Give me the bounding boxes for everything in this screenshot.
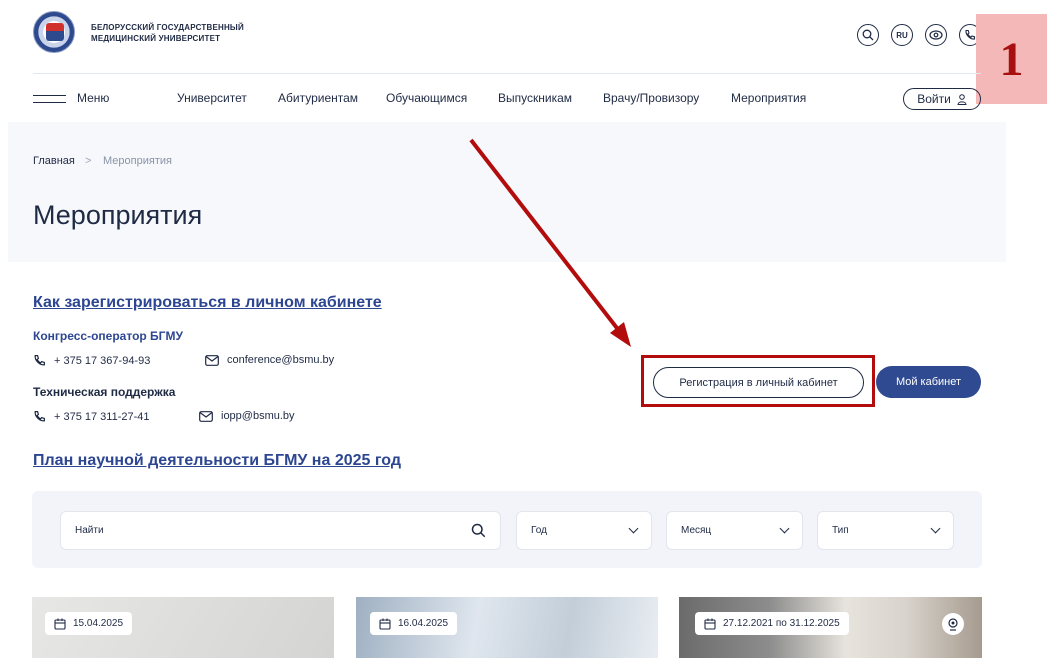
- my-cabinet-button[interactable]: Мой кабинет: [876, 366, 981, 398]
- register-cabinet-button[interactable]: Регистрация в личный кабинет: [653, 367, 864, 398]
- chevron-down-icon: [779, 523, 790, 534]
- event-date-badge: 15.04.2025: [45, 612, 133, 635]
- search-input[interactable]: Найти: [60, 511, 501, 550]
- search-icon: [471, 523, 486, 538]
- month-select[interactable]: Месяц: [666, 511, 803, 550]
- webcam-icon: [942, 613, 964, 635]
- calendar-icon: [379, 618, 391, 630]
- event-card[interactable]: 15.04.2025: [32, 597, 334, 658]
- year-select[interactable]: Год: [516, 511, 652, 550]
- event-date-badge: 27.12.2021 по 31.12.2025: [695, 612, 849, 635]
- calendar-icon: [54, 618, 66, 630]
- event-card[interactable]: 27.12.2021 по 31.12.2025: [679, 597, 982, 658]
- event-card[interactable]: 16.04.2025: [356, 597, 658, 658]
- calendar-icon: [704, 618, 716, 630]
- chevron-down-icon: [628, 523, 639, 534]
- chevron-down-icon: [930, 523, 941, 534]
- search-placeholder: Найти: [75, 525, 104, 536]
- event-date-badge: 16.04.2025: [370, 612, 458, 635]
- type-select[interactable]: Тип: [817, 511, 954, 550]
